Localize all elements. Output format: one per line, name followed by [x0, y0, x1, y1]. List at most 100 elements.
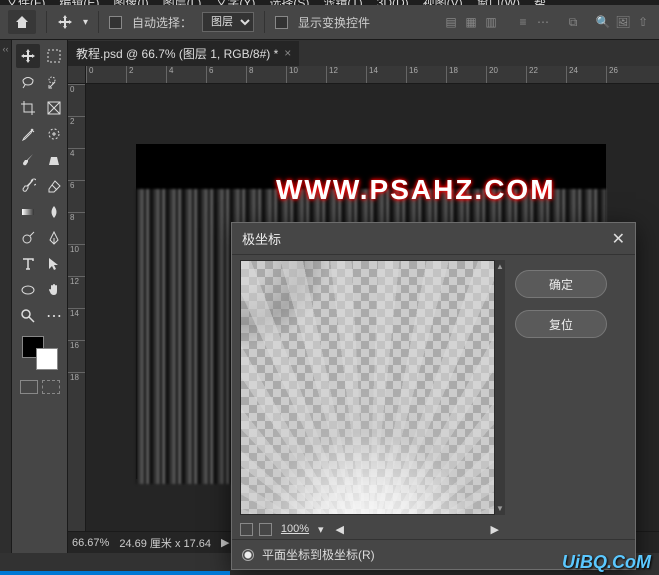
ok-button[interactable]: 确定	[515, 270, 607, 298]
preview-toggle-1[interactable]	[240, 523, 253, 536]
history-brush-tool[interactable]	[16, 174, 40, 198]
menu-type[interactable]: 文字(Y)	[215, 0, 255, 5]
quickmask-mode-icon[interactable]	[42, 380, 60, 394]
site-watermark: UiBQ.CoM	[562, 552, 651, 573]
share-icon[interactable]: ⇧	[635, 14, 651, 30]
options-bar: ▾ 自动选择： 图层 显示变换控件 ▤ ▦ ▥ ≡ ⋯ ⧉ 🔍 🖼 ⇧	[0, 5, 659, 40]
menu-filter[interactable]: 滤镜(T)	[323, 0, 362, 5]
marquee-tool[interactable]	[42, 44, 66, 68]
menu-3d[interactable]: 3D(D)	[377, 0, 409, 5]
pen-tool[interactable]	[42, 226, 66, 250]
search-icon[interactable]: 🔍	[595, 14, 611, 30]
status-arrow-icon[interactable]: ▶	[221, 536, 229, 549]
more-tools[interactable]: ⋯	[42, 304, 66, 328]
auto-select-checkbox[interactable]	[109, 16, 122, 29]
background-swatch[interactable]	[36, 348, 58, 370]
standard-mode-icon[interactable]	[20, 380, 38, 394]
menu-image[interactable]: 图像(I)	[113, 0, 148, 5]
ruler-tick: 16	[68, 340, 85, 372]
spacer	[503, 14, 511, 30]
ruler-tick: 12	[326, 66, 366, 83]
distribute-icon-2[interactable]: ⋯	[535, 14, 551, 30]
type-tool[interactable]	[16, 252, 40, 276]
ruler-tick: 10	[286, 66, 326, 83]
preview-vertical-scroll[interactable]: ▲▼	[495, 260, 505, 515]
menu-edit[interactable]: 编辑(E)	[59, 0, 99, 5]
zoom-dropdown-icon[interactable]: ▾	[318, 523, 324, 536]
shape-tool[interactable]	[16, 278, 40, 302]
preview-toggle-2[interactable]	[259, 523, 272, 536]
menu-help[interactable]: 帮	[534, 0, 546, 5]
path-select-tool[interactable]	[42, 252, 66, 276]
eraser-tool[interactable]	[42, 174, 66, 198]
align-center-icon[interactable]: ▦	[463, 14, 479, 30]
dialog-title: 极坐标	[242, 229, 281, 248]
spacer	[555, 14, 561, 30]
panel-collapse-handle[interactable]: ‹‹	[0, 40, 12, 553]
spacer	[585, 14, 591, 30]
eyedropper-tool[interactable]	[16, 122, 40, 146]
menu-file[interactable]: 文件(F)	[6, 0, 45, 5]
reset-button[interactable]: 复位	[515, 310, 607, 338]
menu-view[interactable]: 视图(V)	[423, 0, 463, 5]
ruler-tick: 12	[68, 276, 85, 308]
overlap-icon[interactable]: ⧉	[565, 14, 581, 30]
toolbox: ⋯	[12, 40, 68, 553]
document-tabs: 教程.psd @ 66.7% (图层 1, RGB/8#) * ×	[68, 40, 659, 66]
radio-rect-to-polar[interactable]	[242, 549, 254, 561]
ruler-tick: 10	[68, 244, 85, 276]
auto-select-label: 自动选择：	[132, 14, 192, 31]
ruler-tick: 18	[68, 372, 85, 404]
home-button[interactable]	[8, 10, 36, 34]
ruler-tick: 0	[86, 66, 126, 83]
ruler-tick: 18	[446, 66, 486, 83]
ruler-tick: 8	[68, 212, 85, 244]
close-tab-icon[interactable]: ×	[284, 46, 291, 60]
blur-tool[interactable]	[42, 200, 66, 224]
ruler-tick: 2	[126, 66, 166, 83]
preview-zoom-value[interactable]: 100%	[278, 523, 312, 535]
hand-tool[interactable]	[42, 278, 66, 302]
align-left-icon[interactable]: ▤	[443, 14, 459, 30]
filter-preview[interactable]	[240, 260, 495, 515]
distribute-icon[interactable]: ≡	[515, 14, 531, 30]
brush-tool[interactable]	[16, 148, 40, 172]
gradient-tool[interactable]	[16, 200, 40, 224]
ruler-tick: 20	[486, 66, 526, 83]
ruler-tick: 22	[526, 66, 566, 83]
crop-tool[interactable]	[16, 96, 40, 120]
auto-select-target[interactable]: 图层	[202, 12, 254, 32]
horizontal-ruler: 0 2 4 6 8 10 12 14 16 18 20 22 24 26	[68, 66, 659, 84]
show-transform-checkbox[interactable]	[275, 16, 288, 29]
move-tool-icon	[57, 14, 73, 30]
scroll-right-icon[interactable]: ▶	[491, 523, 499, 536]
tab-title: 教程.psd @ 66.7% (图层 1, RGB/8#) *	[76, 45, 278, 62]
watermark-text: WWW.PSAHZ.COM	[276, 174, 556, 206]
ruler-tick: 8	[246, 66, 286, 83]
ruler-tick: 6	[206, 66, 246, 83]
radio-label: 平面坐标到极坐标(R)	[262, 546, 375, 563]
status-zoom[interactable]: 66.67%	[72, 537, 109, 549]
lasso-tool[interactable]	[16, 70, 40, 94]
healing-tool[interactable]	[42, 122, 66, 146]
menu-layer[interactable]: 图层(L)	[163, 0, 202, 5]
quick-select-tool[interactable]	[42, 70, 66, 94]
scroll-left-icon[interactable]: ◀	[336, 523, 344, 536]
color-swatches[interactable]	[16, 336, 63, 376]
ruler-tick: 4	[68, 148, 85, 180]
move-tool[interactable]	[16, 44, 40, 68]
frame-tool[interactable]	[42, 96, 66, 120]
clone-tool[interactable]	[42, 148, 66, 172]
dropdown-caret[interactable]: ▾	[83, 17, 88, 28]
menu-select[interactable]: 选择(S)	[269, 0, 309, 5]
document-tab[interactable]: 教程.psd @ 66.7% (图层 1, RGB/8#) * ×	[68, 41, 299, 66]
menu-window[interactable]: 窗口(W)	[477, 0, 520, 5]
taskbar-accent	[0, 571, 230, 575]
dodge-tool[interactable]	[16, 226, 40, 250]
picture-icon[interactable]: 🖼	[615, 14, 631, 30]
close-icon[interactable]: ✕	[612, 229, 625, 249]
align-right-icon[interactable]: ▥	[483, 14, 499, 30]
ruler-tick: 26	[606, 66, 646, 83]
ruler-tick: 14	[366, 66, 406, 83]
zoom-tool[interactable]	[16, 304, 40, 328]
